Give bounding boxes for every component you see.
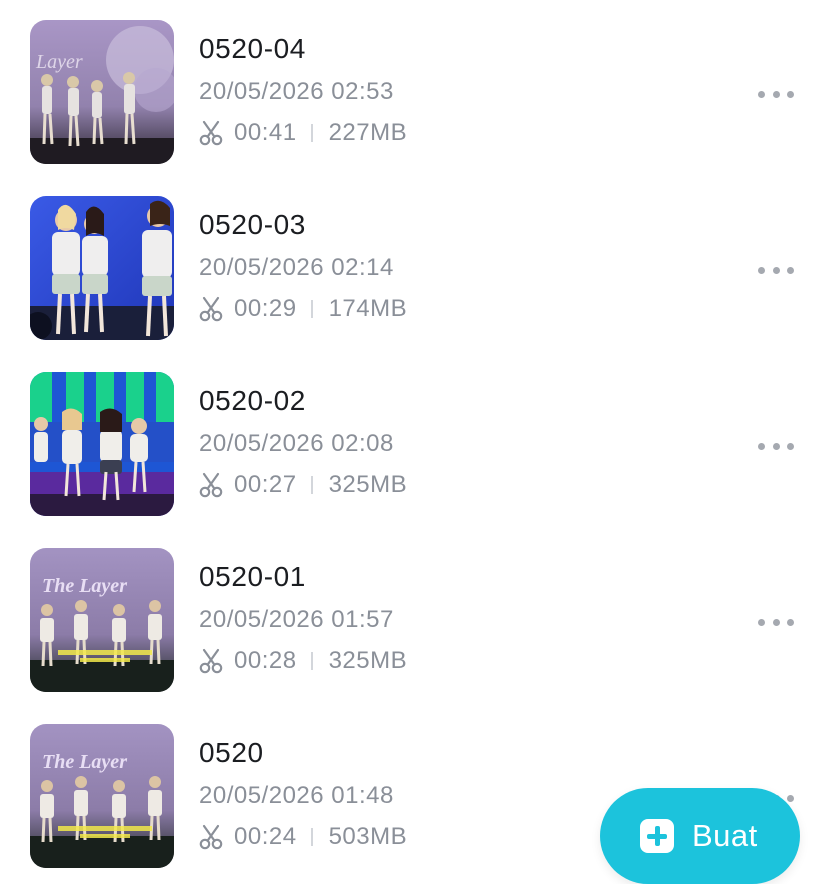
project-title: 0520-03 [199, 209, 306, 240]
project-datetime: 20/05/2026 01:57 [199, 606, 394, 633]
project-duration: 00:41 [234, 119, 297, 146]
project-title: 0520 [199, 737, 264, 768]
project-item[interactable]: The Layer [0, 548, 828, 698]
svg-text:The Layer: The Layer [42, 751, 127, 773]
project-datetime: 20/05/2026 02:08 [199, 430, 394, 457]
scissors-icon [199, 296, 223, 322]
project-duration: 00:29 [234, 295, 297, 322]
divider [310, 476, 313, 494]
project-size: 325MB [328, 471, 408, 498]
project-item[interactable]: 0520-02 20/05/2026 02:08 00:27 325MB [0, 372, 828, 522]
scissors-icon [199, 648, 223, 674]
project-datetime: 20/05/2026 02:53 [199, 78, 394, 105]
divider [310, 300, 313, 318]
project-title: 0520-02 [199, 385, 306, 416]
project-datetime: 20/05/2026 02:14 [199, 254, 394, 281]
project-datetime: 20/05/2026 01:48 [199, 782, 394, 809]
project-meta: 00:28 325MB [199, 646, 407, 676]
more-icon[interactable] [756, 258, 796, 282]
svg-text:The Layer: The Layer [42, 575, 127, 597]
project-title: 0520-01 [199, 561, 306, 592]
create-button-label: Buat [692, 818, 758, 853]
project-meta: 00:41 227MB [199, 118, 407, 148]
plus-icon [640, 819, 674, 853]
more-icon[interactable] [756, 82, 796, 106]
project-item[interactable]: 0520-03 20/05/2026 02:14 00:29 174MB [0, 196, 828, 346]
project-thumbnail[interactable] [30, 196, 174, 340]
project-thumbnail[interactable]: The Layer [30, 548, 174, 692]
project-thumbnail[interactable]: The Layer [30, 724, 174, 868]
project-size: 325MB [328, 647, 408, 674]
scissors-icon [199, 120, 223, 146]
project-thumbnail[interactable] [30, 372, 174, 516]
scissors-icon [199, 824, 223, 850]
more-icon[interactable] [756, 610, 796, 634]
project-title: 0520-04 [199, 33, 306, 64]
project-meta: 00:24 503MB [199, 822, 407, 852]
divider [310, 124, 313, 142]
project-duration: 00:28 [234, 647, 297, 674]
more-icon[interactable] [756, 434, 796, 458]
project-item[interactable]: Layer 0520-04 20/05/2026 02:53 00:41 227… [0, 20, 828, 170]
create-project-button[interactable]: Buat [600, 788, 800, 884]
project-size: 174MB [328, 295, 408, 322]
scissors-icon [199, 472, 223, 498]
project-size: 227MB [328, 119, 408, 146]
project-size: 503MB [328, 823, 408, 850]
divider [310, 828, 313, 846]
project-thumbnail[interactable]: Layer [30, 20, 174, 164]
divider [310, 652, 313, 670]
project-duration: 00:24 [234, 823, 297, 850]
svg-text:Layer: Layer [35, 51, 83, 73]
project-meta: 00:29 174MB [199, 294, 407, 324]
project-duration: 00:27 [234, 471, 297, 498]
project-meta: 00:27 325MB [199, 470, 407, 500]
